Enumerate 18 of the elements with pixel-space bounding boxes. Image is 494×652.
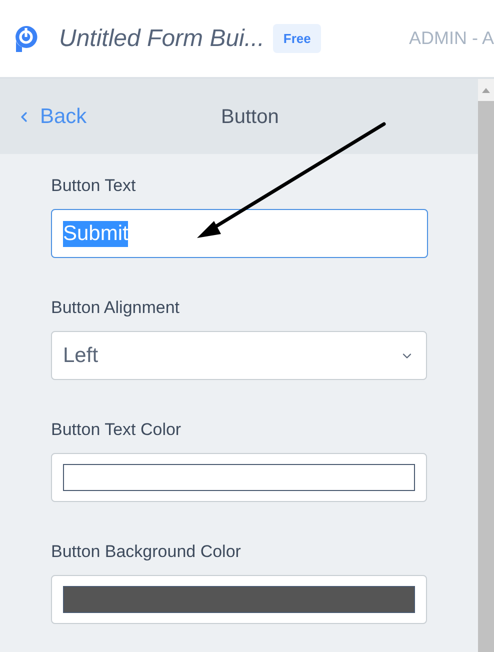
- field-value: Submit: [63, 220, 128, 246]
- logo-icon: [14, 24, 38, 52]
- text-field[interactable]: Submit: [51, 209, 428, 258]
- color-swatch[interactable]: [63, 464, 415, 491]
- panel-title: Button: [221, 104, 279, 130]
- color-field[interactable]: [51, 453, 427, 502]
- color-swatch[interactable]: [63, 586, 415, 613]
- field-label: Button Text Color: [51, 419, 182, 441]
- select-field[interactable]: Left: [51, 331, 427, 380]
- plan-badge: Free: [273, 24, 321, 54]
- user-label: ADMIN - A: [408, 27, 494, 50]
- color-field[interactable]: [51, 575, 427, 624]
- field-label: Button Text: [51, 175, 137, 197]
- scrollbar[interactable]: [478, 79, 494, 652]
- field-label: Button Alignment: [51, 297, 181, 319]
- form-title: Untitled Form Bui...: [59, 24, 264, 54]
- back-button[interactable]: Back: [16, 100, 87, 132]
- field-label: Button Background Color: [51, 541, 242, 563]
